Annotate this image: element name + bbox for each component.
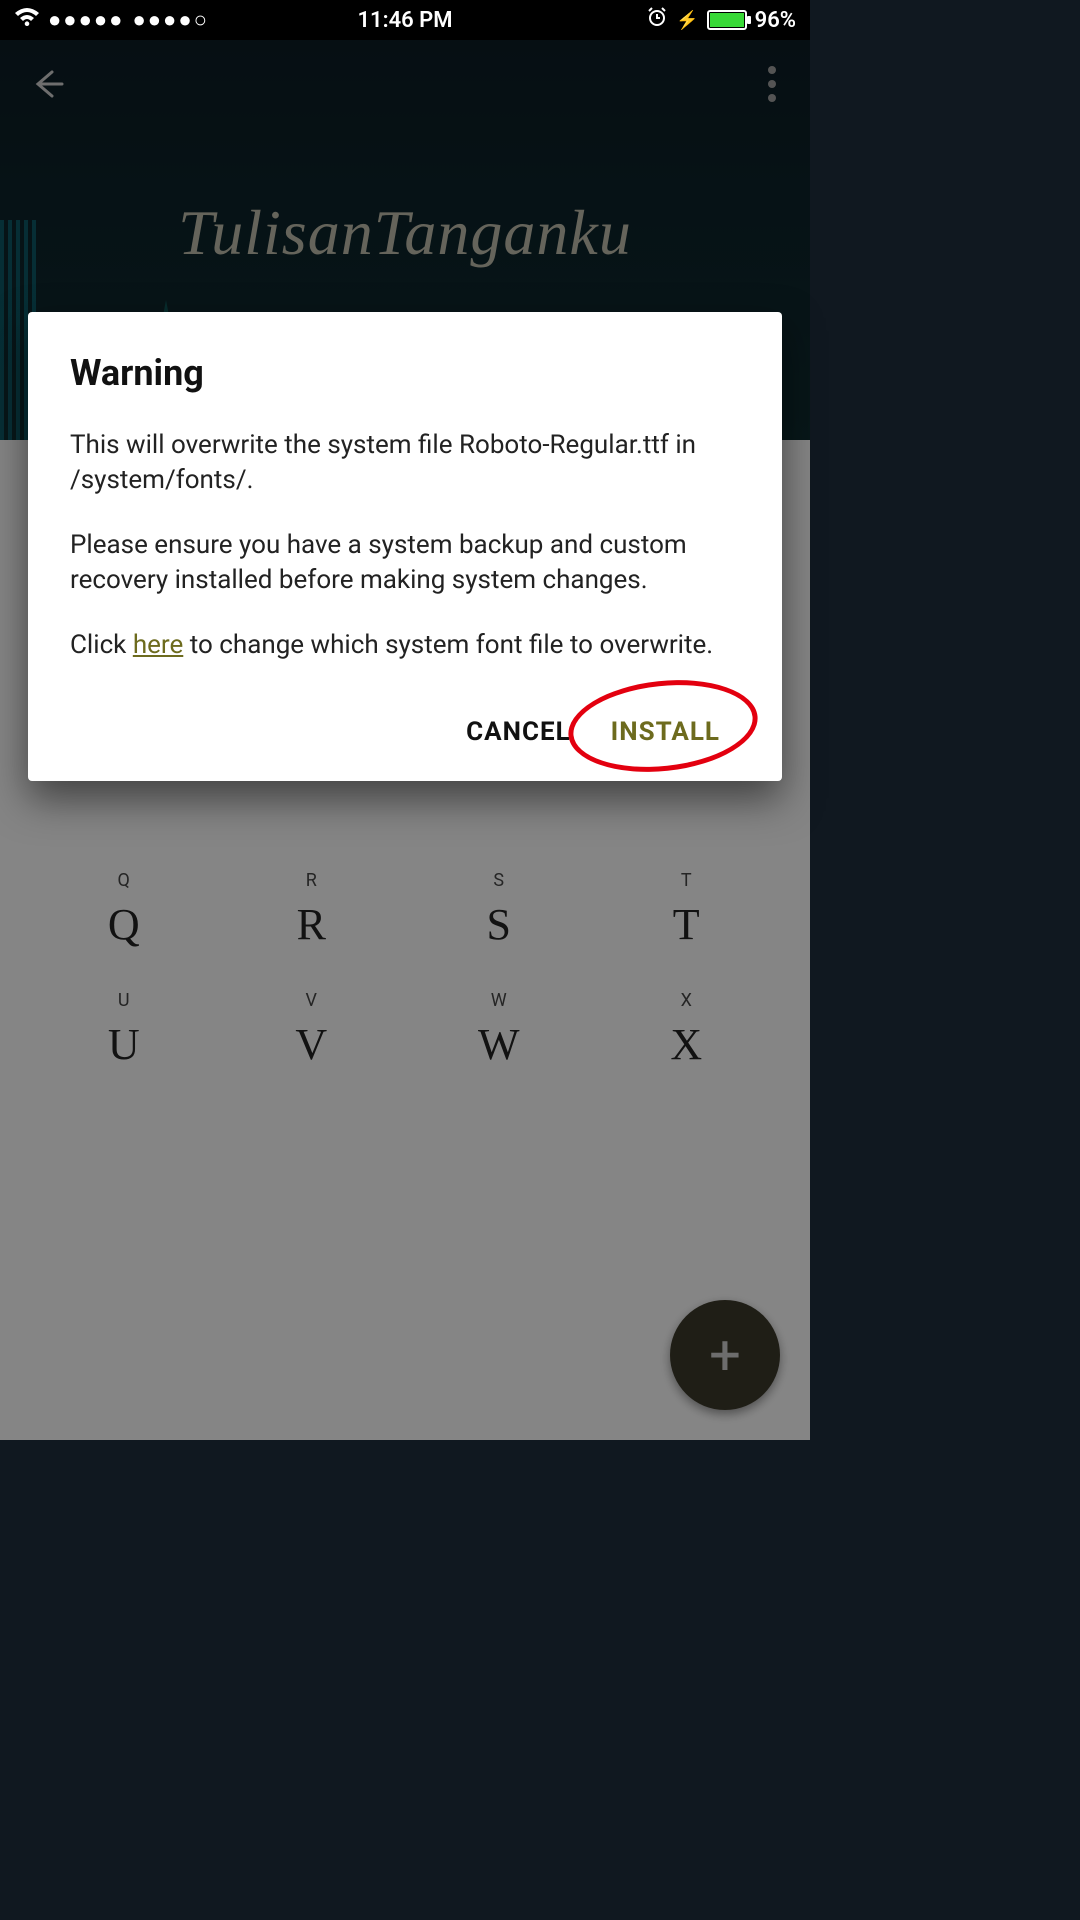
battery-percent: 96%	[755, 8, 796, 33]
status-bar: ●●●●● ●●●●○ 11:46 PM ⚡ 96%	[0, 0, 810, 40]
dialog-text-1: This will overwrite the system file Robo…	[70, 428, 740, 498]
signal-strength-a: ●●●●●	[48, 7, 124, 33]
dialog-title: Warning	[70, 352, 740, 394]
clock: 11:46 PM	[357, 8, 452, 33]
signal-strength-b: ●●●●○	[132, 7, 208, 33]
battery-icon	[707, 10, 747, 30]
wifi-icon	[14, 7, 40, 33]
warning-dialog: Warning This will overwrite the system f…	[28, 312, 782, 781]
change-target-link[interactable]: here	[133, 630, 183, 660]
dialog-text-3: Click here to change which system font f…	[70, 628, 740, 663]
install-button[interactable]: INSTALL	[611, 717, 720, 747]
alarm-icon	[646, 6, 668, 34]
cancel-button[interactable]: CANCEL	[466, 717, 571, 747]
charging-icon: ⚡	[676, 10, 698, 31]
dialog-text-2: Please ensure you have a system backup a…	[70, 528, 740, 598]
